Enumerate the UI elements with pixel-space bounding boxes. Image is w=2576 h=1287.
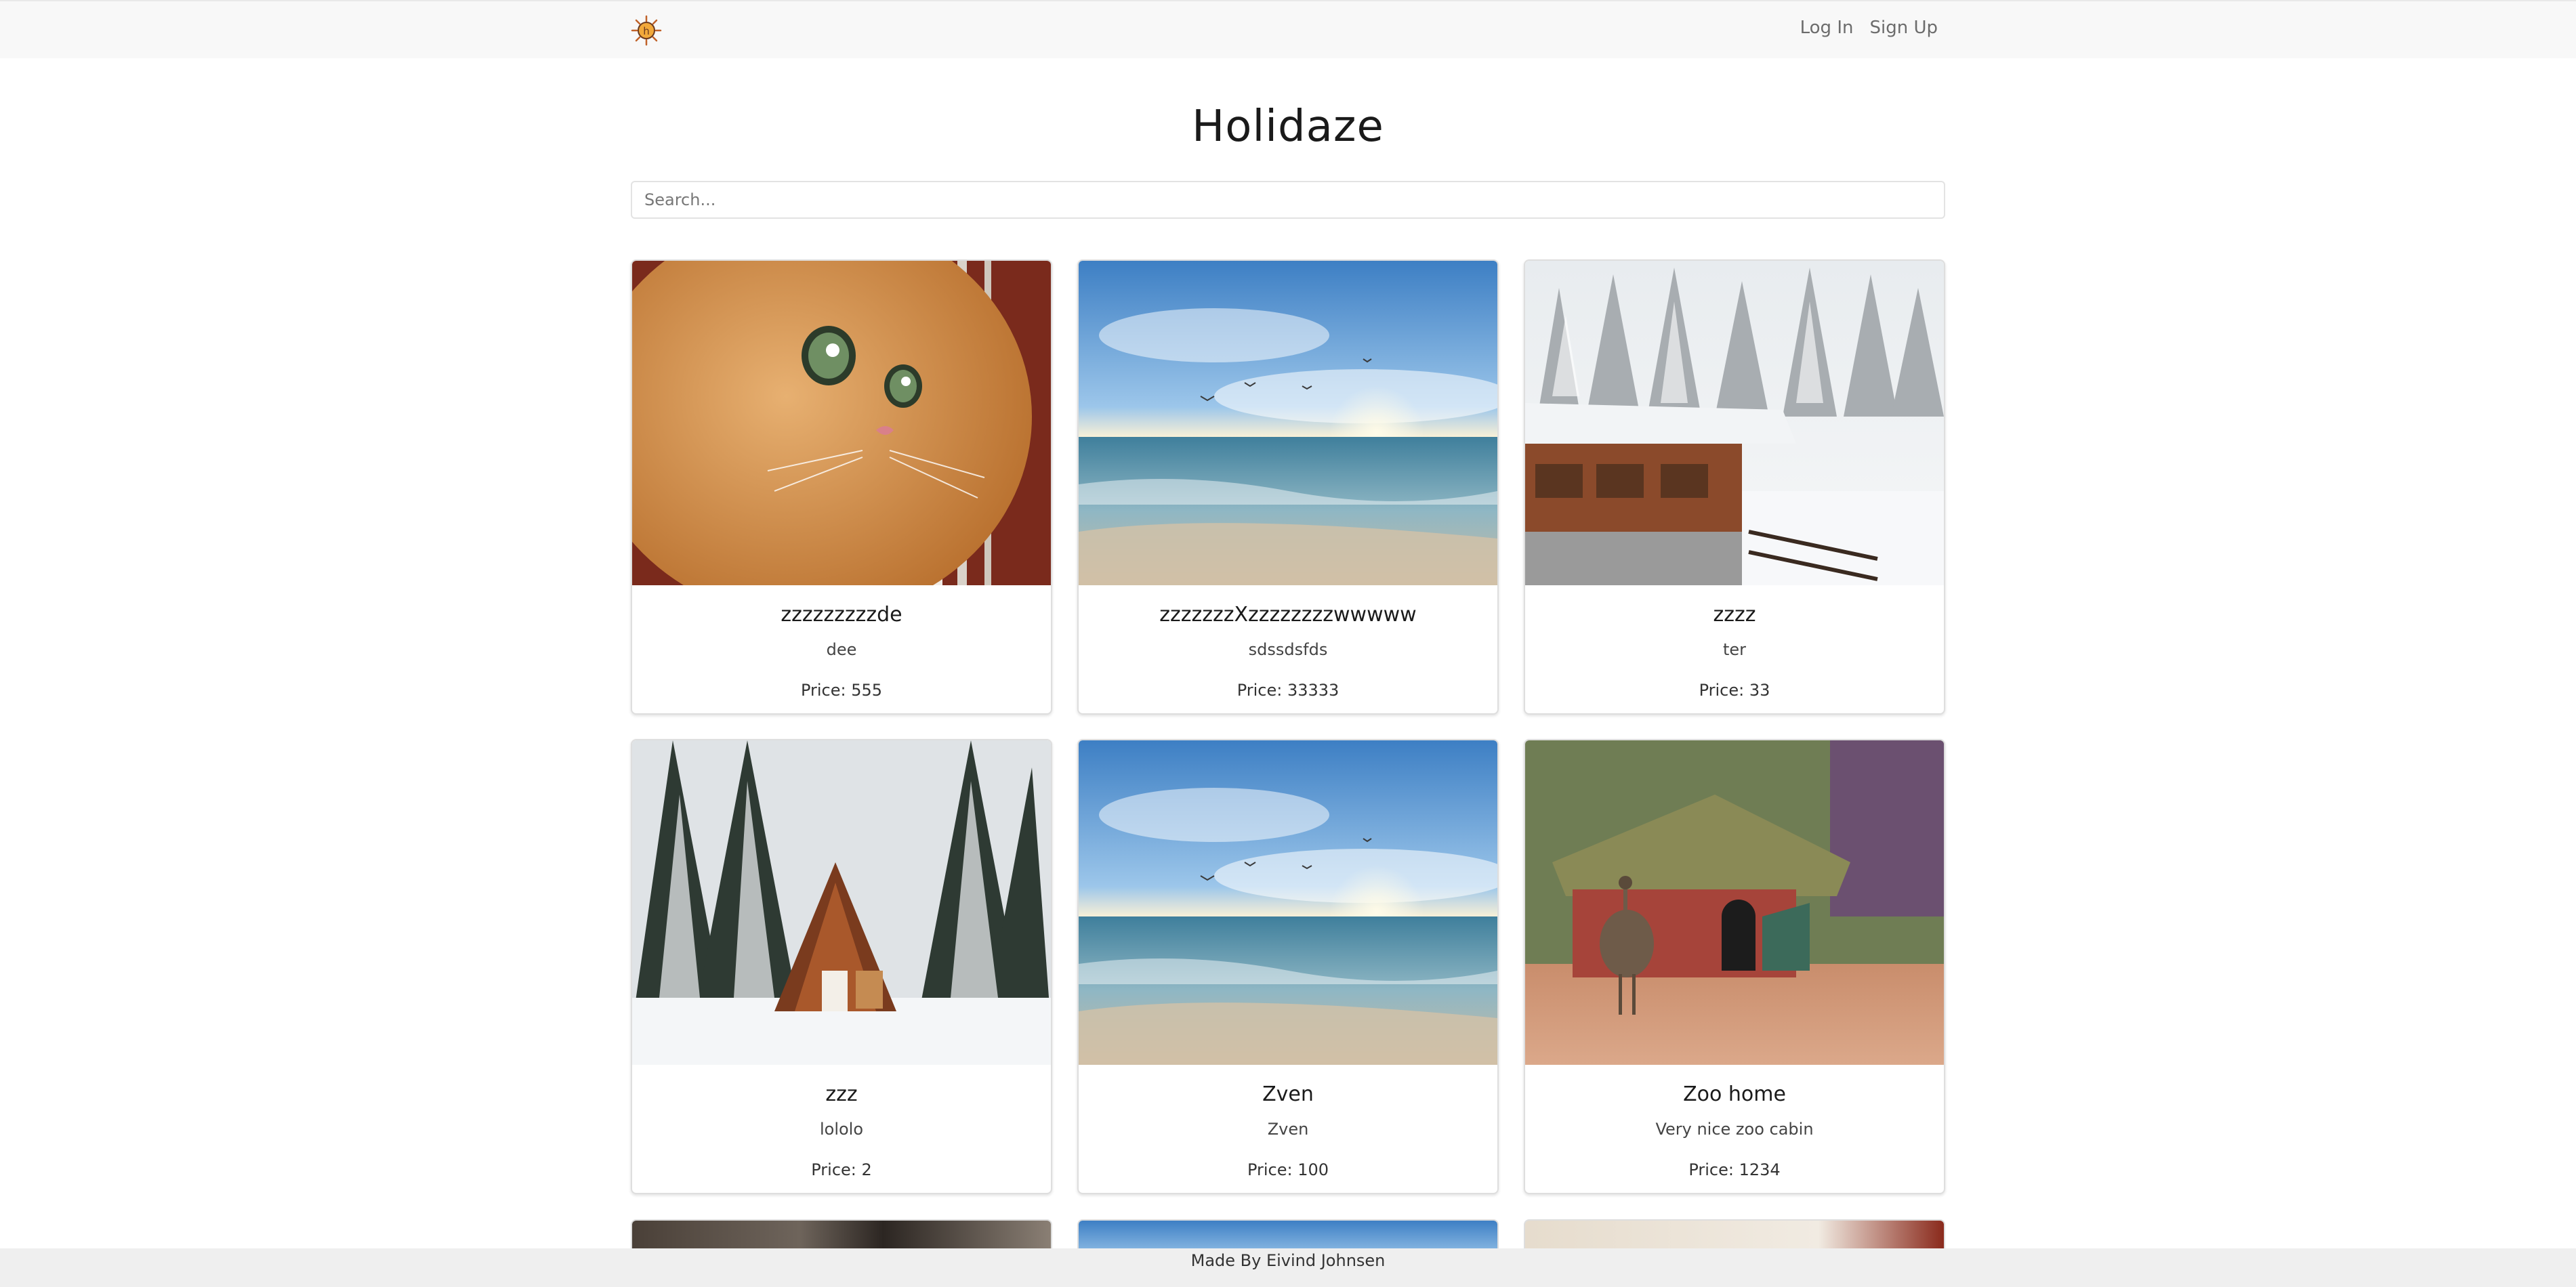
venue-card[interactable]: zzzzzzzzzde dee Price: 555: [631, 259, 1052, 715]
card-title: zzzzzzzXzzzzzzzzwwwww: [1159, 603, 1417, 627]
card-price: Price: 33333: [1237, 681, 1339, 700]
login-link[interactable]: Log In: [1800, 18, 1854, 38]
card-description: dee: [826, 640, 857, 659]
nav-links: Log In Sign Up: [1800, 18, 1938, 38]
card-title: Zoo home: [1683, 1082, 1786, 1106]
beach-sunset-photo: [1079, 740, 1497, 1065]
card-title: zzzzzzzzzde: [781, 603, 902, 627]
footer: Made By Eivind Johnsen: [0, 1248, 2576, 1287]
card-title: Zven: [1262, 1082, 1314, 1106]
snowy-cabin-photo: [1525, 261, 1944, 585]
card-description: ter: [1722, 640, 1747, 659]
venue-card[interactable]: zzz lololo Price: 2: [631, 739, 1052, 1194]
venue-card[interactable]: Zven Zven Price: 100: [1077, 739, 1499, 1194]
card-price: Price: 2: [811, 1160, 872, 1179]
footer-text: Made By Eivind Johnsen: [1190, 1251, 1386, 1270]
cat-photo: [632, 261, 1051, 585]
venue-card[interactable]: Zoo home Very nice zoo cabin Price: 1234: [1524, 739, 1945, 1194]
card-price: Price: 555: [800, 681, 883, 700]
svg-text:h: h: [643, 25, 650, 37]
venue-card[interactable]: zzzzzzzXzzzzzzzzwwwww sdssdsfds Price: 3…: [1077, 259, 1499, 715]
sun-logo-icon[interactable]: h: [631, 15, 662, 46]
card-price: Price: 33: [1699, 681, 1770, 700]
card-title: zzzz: [1713, 603, 1756, 627]
a-frame-cabin-photo: [632, 740, 1051, 1065]
emu-hut-photo: [1525, 740, 1944, 1065]
card-price: Price: 1234: [1688, 1160, 1781, 1179]
venue-card[interactable]: zzzz ter Price: 33: [1524, 259, 1945, 715]
search-input[interactable]: [631, 181, 1945, 219]
page-title: Holidaze: [1192, 102, 1384, 152]
beach-sunset-photo: [1079, 261, 1497, 585]
card-title: zzz: [825, 1082, 858, 1106]
signup-link[interactable]: Sign Up: [1869, 18, 1938, 38]
card-description: Very nice zoo cabin: [1655, 1120, 1814, 1139]
card-price: Price: 100: [1247, 1160, 1329, 1179]
card-description: sdssdsfds: [1248, 640, 1328, 659]
card-description: lololo: [819, 1120, 864, 1139]
top-navbar: h Log In Sign Up: [0, 0, 2576, 58]
card-description: Zven: [1267, 1120, 1309, 1139]
